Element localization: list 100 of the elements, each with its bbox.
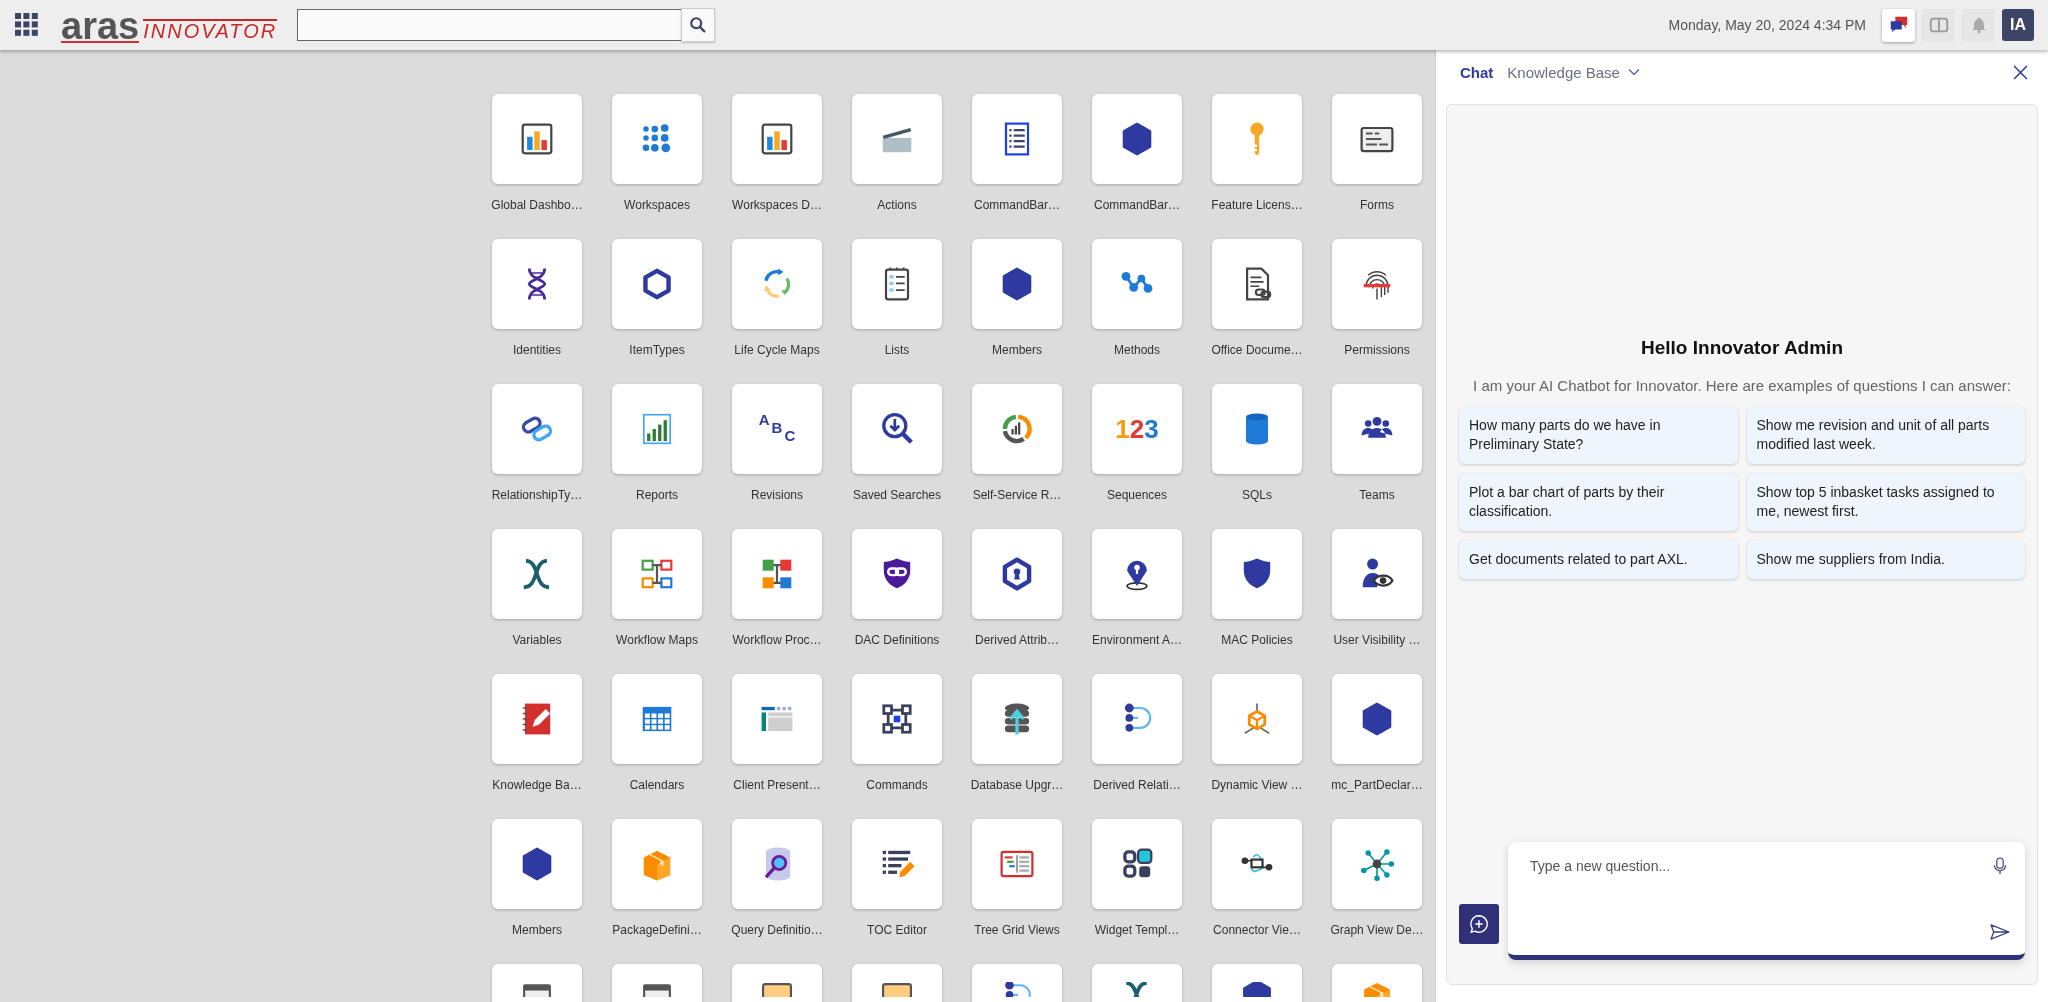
app-tile[interactable] (492, 819, 582, 909)
intro-text: I am your AI Chatbot for Innovator. Here are examples of questions I can answer: (1472, 377, 2012, 394)
app-tile[interactable] (1092, 529, 1182, 619)
app-tile[interactable] (492, 94, 582, 184)
suggested-question[interactable]: Show top 5 inbasket tasks assigned to me, newest first. (1746, 473, 2025, 531)
tile-label: Methods (1114, 343, 1160, 357)
app-tile[interactable] (1212, 239, 1302, 329)
suggested-question[interactable]: Show me suppliers from India. (1746, 540, 2025, 579)
tile-label: DAC Definitions (854, 633, 940, 647)
app-tile[interactable] (852, 674, 942, 764)
app-tile[interactable] (492, 239, 582, 329)
tile-label: Global Dashbo… (491, 198, 583, 212)
app-tile[interactable] (1212, 529, 1302, 619)
app-tile[interactable] (732, 674, 822, 764)
tile-label: Actions (877, 198, 917, 212)
tile-label: Connector Vie… (1213, 923, 1301, 937)
app-tile[interactable] (1332, 674, 1422, 764)
app-tile[interactable] (1212, 94, 1302, 184)
tile-label: Workspaces (624, 198, 690, 212)
app-tile[interactable] (492, 384, 582, 474)
tile-label: Feature Licens… (1211, 198, 1303, 212)
new-chat-button[interactable] (1459, 904, 1499, 944)
tile-label: TOC Editor (867, 923, 927, 937)
app-tile[interactable] (612, 384, 702, 474)
letters-icon: ABC (758, 412, 796, 446)
question-input[interactable]: Type a new question... (1528, 856, 1989, 941)
tile-label: Dynamic View … (1211, 778, 1303, 792)
send-icon[interactable] (1989, 923, 2011, 941)
tile-label: Self-Service R… (972, 488, 1062, 502)
app-tile[interactable] (1332, 384, 1422, 474)
app-tile[interactable] (1332, 529, 1422, 619)
app-tile[interactable] (492, 529, 582, 619)
close-icon[interactable] (2013, 64, 2028, 80)
logo: aras INNOVATOR (61, 7, 278, 43)
app-tile[interactable] (612, 529, 702, 619)
app-tile[interactable] (612, 819, 702, 909)
tile-label: Workspaces D… (732, 198, 822, 212)
app-tile[interactable] (1212, 384, 1302, 474)
app-tile[interactable] (1332, 819, 1422, 909)
app-tile[interactable] (852, 239, 942, 329)
app-tile[interactable] (972, 239, 1062, 329)
panel-tab[interactable]: Chat (1460, 63, 1494, 81)
suggested-question[interactable]: Plot a bar chart of parts by their classification. (1459, 473, 1738, 531)
app-tile[interactable] (492, 674, 582, 764)
search-icon (689, 16, 708, 34)
tile-label: CommandBar… (1094, 198, 1180, 212)
tile-label: Office Docume… (1211, 343, 1303, 357)
panel-tab[interactable]: Knowledge Base (1507, 63, 1640, 81)
tile-label: Knowledge Ba… (492, 778, 582, 792)
app-tile[interactable] (1092, 819, 1182, 909)
app-tile[interactable] (972, 529, 1062, 619)
app-tile[interactable]: ABC (732, 384, 822, 474)
app-tile[interactable] (852, 529, 942, 619)
tile-label: Permissions (1344, 343, 1410, 357)
app-tile[interactable] (1212, 674, 1302, 764)
tile-label: Identities (513, 343, 561, 357)
user-avatar[interactable]: IA (2002, 9, 2034, 41)
app-tile[interactable] (972, 94, 1062, 184)
app-tile[interactable] (1332, 94, 1422, 184)
tile-label: Query Definitio… (731, 923, 823, 937)
app-tile[interactable] (612, 94, 702, 184)
digits-icon: 123 (1115, 416, 1159, 442)
suggested-question[interactable]: Show me revision and unit of all parts modified last week. (1746, 406, 2025, 464)
tile-label: Teams (1359, 488, 1395, 502)
app-tile[interactable] (852, 384, 942, 474)
tile-label: MAC Policies (1221, 633, 1293, 647)
app-tile[interactable] (852, 94, 942, 184)
search-button[interactable] (681, 8, 716, 42)
app-tile[interactable] (972, 819, 1062, 909)
suggested-question[interactable]: How many parts do we have in Preliminary State? (1459, 406, 1738, 464)
search-field[interactable] (297, 9, 716, 41)
tile-label: Graph View De… (1330, 923, 1424, 937)
app-tile[interactable] (852, 819, 942, 909)
app-tile[interactable] (972, 384, 1062, 474)
app-tile[interactable] (732, 94, 822, 184)
app-tile[interactable] (1092, 239, 1182, 329)
tile-label: ItemTypes (629, 343, 685, 357)
tile-label: Members (992, 343, 1042, 357)
chat-button[interactable] (1882, 8, 1915, 42)
app-tile[interactable] (1212, 819, 1302, 909)
suggested-question[interactable]: Get documents related to part AXL. (1459, 540, 1738, 579)
app-tile[interactable] (732, 239, 822, 329)
app-tile[interactable]: 123 (1092, 384, 1182, 474)
app-tile[interactable] (612, 239, 702, 329)
tile-label: Tree Grid Views (974, 923, 1060, 937)
microphone-icon[interactable] (1992, 856, 2008, 876)
question-field[interactable]: Type a new question... (1508, 842, 2025, 960)
app-tile[interactable] (732, 819, 822, 909)
app-grid-icon[interactable] (15, 13, 39, 37)
tile-label: Workflow Maps (616, 633, 698, 647)
app-tile[interactable] (1092, 674, 1182, 764)
app-tile[interactable] (612, 674, 702, 764)
tile-label: Variables (512, 633, 562, 647)
tile-label: SQLs (1242, 488, 1272, 502)
app-tile[interactable] (1332, 239, 1422, 329)
chat-plus-icon (1468, 913, 1490, 935)
app-tile[interactable] (1092, 94, 1182, 184)
app-tile[interactable] (732, 529, 822, 619)
app-tile[interactable] (972, 674, 1062, 764)
tile-label: Calendars (629, 778, 685, 792)
